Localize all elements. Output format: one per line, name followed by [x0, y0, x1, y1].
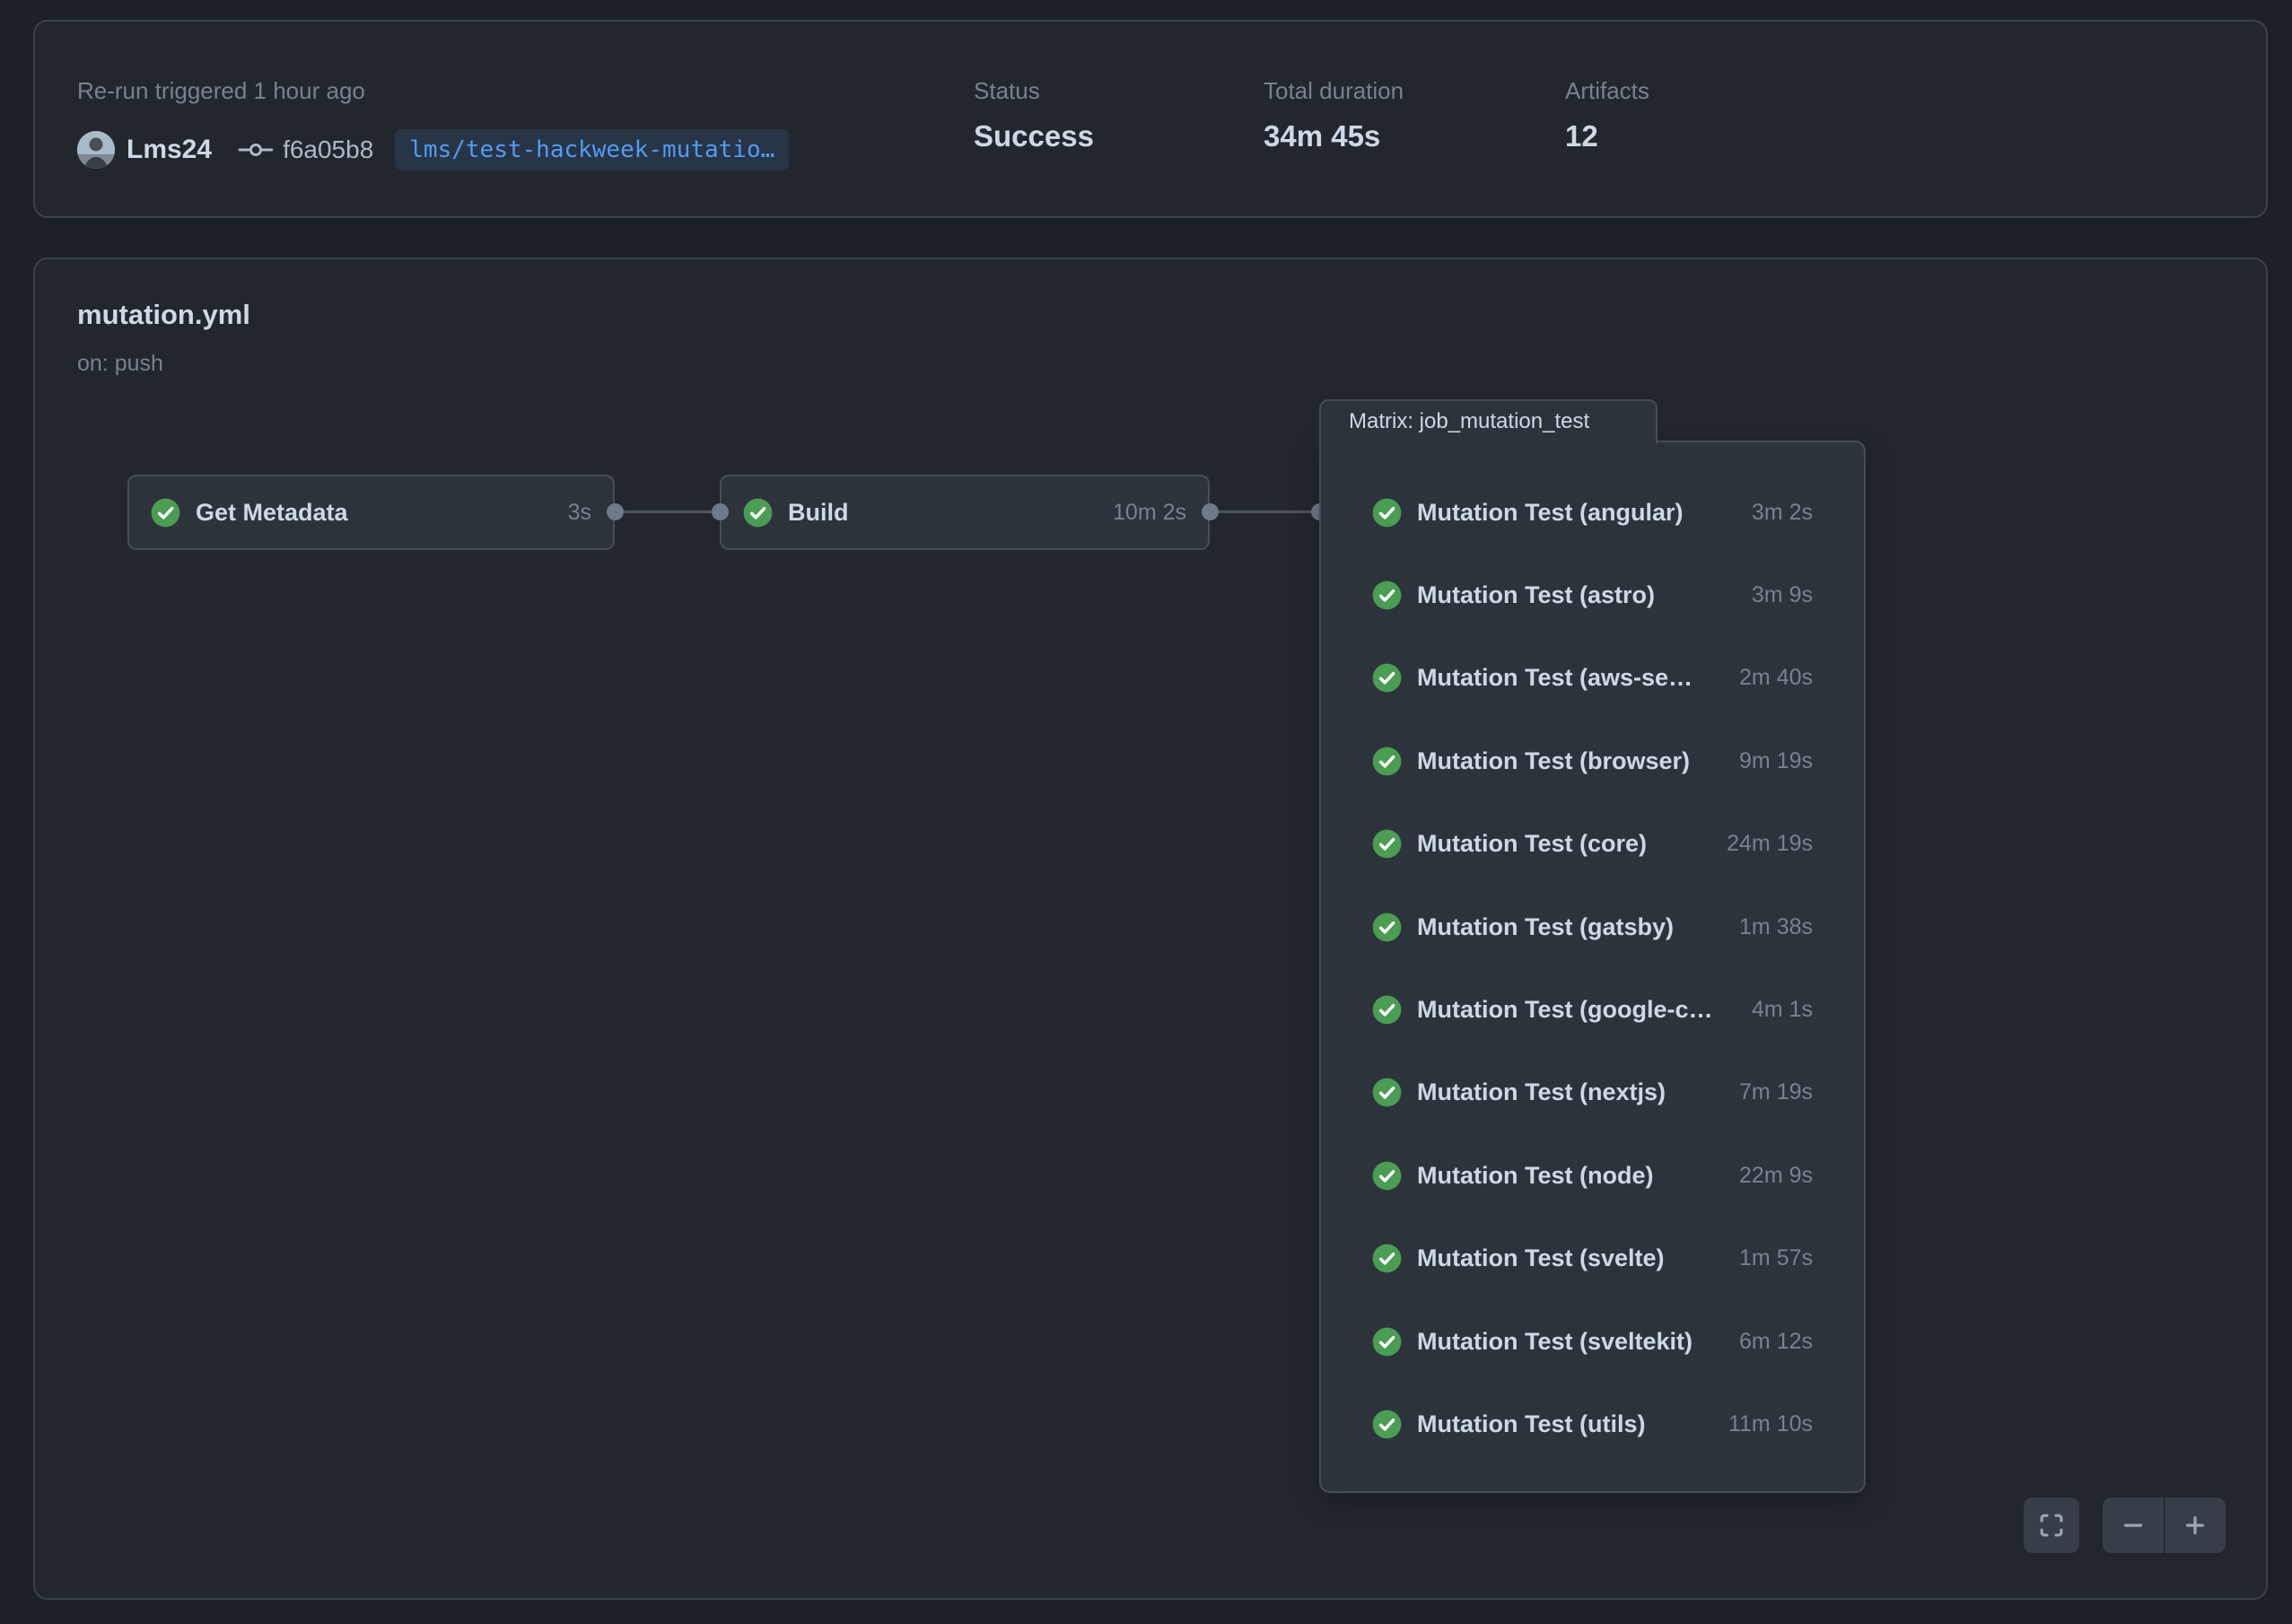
success-check-icon: [1372, 498, 1402, 528]
workflow-file-title: mutation.yml: [77, 299, 250, 331]
success-check-icon: [1372, 747, 1402, 776]
stat-label: Status: [974, 77, 1094, 105]
matrix-job-name: Mutation Test (svelte): [1417, 1244, 1665, 1272]
matrix-job-duration: 3m 2s: [1739, 500, 1813, 526]
matrix-job-duration: 4m 1s: [1739, 997, 1813, 1023]
edge-dot: [607, 503, 624, 520]
matrix-job-row-astro[interactable]: Mutation Test (astro) 3m 9s: [1321, 554, 1864, 636]
matrix-job-name: Mutation Test (gatsby): [1417, 913, 1674, 941]
edge-dot: [1202, 503, 1219, 520]
matrix-job-row-google-cloud[interactable]: Mutation Test (google-c… 4m 1s: [1321, 968, 1864, 1051]
fullscreen-icon: [2038, 1512, 2065, 1539]
success-check-icon: [1372, 1410, 1402, 1439]
commit-row: Lms24 f6a05b8 lms/test-hackweek-mutatio…: [77, 127, 789, 172]
success-check-icon: [1372, 581, 1402, 610]
minus-icon: [2120, 1512, 2147, 1539]
stat-label: Total duration: [1264, 77, 1404, 105]
matrix-job-duration: 6m 12s: [1727, 1329, 1813, 1355]
job-duration: 10m 2s: [1113, 500, 1186, 526]
job-node-get-metadata[interactable]: Get Metadata 3s: [127, 475, 615, 550]
matrix-job-name: Mutation Test (node): [1417, 1162, 1653, 1190]
success-check-icon: [1372, 995, 1402, 1025]
edge-line: [1210, 511, 1319, 513]
stat-value: 34m 45s: [1264, 119, 1404, 153]
matrix-job-duration: 7m 19s: [1727, 1079, 1813, 1105]
job-name: Get Metadata: [196, 499, 348, 527]
matrix-job-duration: 1m 38s: [1727, 914, 1813, 940]
stat-status: Status Success: [974, 77, 1094, 153]
matrix-job-name: Mutation Test (google-c…: [1417, 996, 1712, 1024]
commit-sha: f6a05b8: [283, 135, 373, 164]
matrix-job-row-node[interactable]: Mutation Test (node) 22m 9s: [1321, 1134, 1864, 1217]
matrix-job-name: Mutation Test (sveltekit): [1417, 1328, 1693, 1356]
success-check-icon: [1372, 663, 1402, 693]
stat-value: 12: [1565, 119, 1649, 153]
zoom-control-group: [2103, 1497, 2226, 1553]
workflow-trigger: on: push: [77, 351, 163, 377]
zoom-in-button[interactable]: [2164, 1497, 2226, 1553]
stat-total-duration: Total duration 34m 45s: [1264, 77, 1404, 153]
success-check-icon: [1372, 1078, 1402, 1107]
matrix-job-row-sveltekit[interactable]: Mutation Test (sveltekit) 6m 12s: [1321, 1300, 1864, 1383]
matrix-job-duration: 11m 10s: [1716, 1411, 1813, 1437]
job-node-build[interactable]: Build 10m 2s: [720, 475, 1210, 550]
success-check-icon: [1372, 1161, 1402, 1191]
matrix-job-duration: 22m 9s: [1727, 1163, 1813, 1189]
job-name: Build: [788, 499, 849, 527]
matrix-job-row-core[interactable]: Mutation Test (core) 24m 19s: [1321, 803, 1864, 886]
matrix-job-row-utils[interactable]: Mutation Test (utils) 11m 10s: [1321, 1383, 1864, 1465]
success-check-icon: [151, 498, 180, 528]
stat-label: Artifacts: [1565, 77, 1649, 105]
success-check-icon: [1372, 829, 1402, 859]
stat-artifacts: Artifacts 12: [1565, 77, 1649, 153]
user-avatar: [77, 131, 115, 169]
workflow-graph-panel: mutation.yml on: push Get Metadata 3s Bu…: [33, 258, 2268, 1600]
success-check-icon: [1372, 1244, 1402, 1273]
matrix-job-name: Mutation Test (browser): [1417, 747, 1690, 775]
matrix-job-row-aws-serverless[interactable]: Mutation Test (aws-se… 2m 40s: [1321, 637, 1864, 720]
matrix-job-name: Mutation Test (angular): [1417, 499, 1684, 527]
matrix-group-panel: Mutation Test (angular) 3m 2s Mutation T…: [1319, 441, 1866, 1493]
matrix-job-row-angular[interactable]: Mutation Test (angular) 3m 2s: [1321, 471, 1864, 554]
user-name: Lms24: [127, 135, 212, 165]
matrix-job-duration: 2m 40s: [1727, 665, 1813, 691]
success-check-icon: [1372, 912, 1402, 942]
matrix-group-tab: Matrix: job_mutation_test: [1319, 399, 1658, 444]
matrix-job-duration: 1m 57s: [1727, 1245, 1813, 1271]
matrix-job-row-svelte[interactable]: Mutation Test (svelte) 1m 57s: [1321, 1218, 1864, 1300]
matrix-job-duration: 9m 19s: [1727, 748, 1813, 774]
edge-dot: [712, 503, 729, 520]
rerun-status-text: Re-run triggered 1 hour ago: [77, 77, 365, 105]
success-check-icon: [1372, 1327, 1402, 1357]
git-commit-icon: [237, 138, 275, 162]
matrix-job-row-nextjs[interactable]: Mutation Test (nextjs) 7m 19s: [1321, 1052, 1864, 1134]
matrix-job-name: Mutation Test (nextjs): [1417, 1078, 1666, 1106]
matrix-job-row-gatsby[interactable]: Mutation Test (gatsby) 1m 38s: [1321, 886, 1864, 968]
plus-icon: [2182, 1512, 2209, 1539]
matrix-job-duration: 24m 19s: [1714, 831, 1813, 857]
matrix-job-name: Mutation Test (astro): [1417, 581, 1655, 609]
stat-value: Success: [974, 119, 1094, 153]
matrix-job-name: Mutation Test (utils): [1417, 1410, 1645, 1438]
matrix-job-duration: 3m 9s: [1739, 582, 1813, 608]
zoom-out-button[interactable]: [2103, 1497, 2164, 1553]
run-summary-panel: Re-run triggered 1 hour ago Lms24 f6a05b…: [33, 20, 2268, 218]
matrix-job-row-browser[interactable]: Mutation Test (browser) 9m 19s: [1321, 720, 1864, 802]
success-check-icon: [743, 498, 773, 528]
branch-badge[interactable]: lms/test-hackweek-mutatio…: [395, 129, 789, 170]
edge-line: [615, 511, 720, 513]
matrix-job-name: Mutation Test (aws-se…: [1417, 664, 1693, 692]
matrix-job-name: Mutation Test (core): [1417, 830, 1647, 858]
fullscreen-button[interactable]: [2024, 1497, 2079, 1553]
job-duration: 3s: [568, 500, 591, 526]
